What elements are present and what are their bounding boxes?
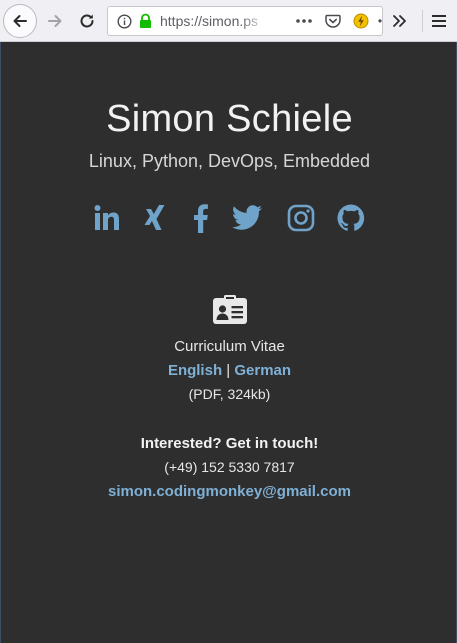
profile-tagline: Linux, Python, DevOps, Embedded: [88, 151, 371, 171]
cv-german-link[interactable]: German: [234, 362, 291, 379]
forward-button[interactable]: [42, 8, 68, 34]
twitter-icon: [232, 205, 262, 230]
extension-overflow: •: [377, 14, 383, 28]
info-icon[interactable]: [116, 13, 132, 29]
toolbar-separator: [422, 10, 423, 32]
page-content: Simon Schiele Linux, Python, DevOps, Emb…: [0, 42, 457, 643]
cv-english-link[interactable]: English: [168, 362, 222, 379]
instagram-link[interactable]: [283, 200, 319, 236]
extension-icon[interactable]: [352, 12, 370, 30]
linkedin-icon: [94, 205, 119, 230]
address-bar[interactable]: https://simon.ps •: [107, 6, 383, 36]
forward-icon: [48, 15, 62, 27]
app-menu-button[interactable]: [426, 8, 452, 34]
contact-phone: (+49) 152 5330 7817: [164, 459, 295, 475]
cv-link-separator: |: [226, 362, 231, 379]
reload-button[interactable]: [74, 8, 100, 34]
overflow-chevrons-icon: [393, 15, 406, 27]
github-icon: [337, 204, 365, 231]
social-links: [89, 200, 373, 240]
cv-file-info: (PDF, 324kb): [188, 386, 271, 402]
linkedin-link[interactable]: [89, 200, 125, 236]
xing-icon: [144, 205, 165, 230]
back-icon: [13, 15, 27, 27]
overflow-menu-button[interactable]: [387, 8, 413, 34]
facebook-icon: [194, 204, 208, 233]
id-card-icon: [212, 295, 248, 325]
pocket-icon[interactable]: [324, 12, 342, 30]
twitter-link[interactable]: [229, 200, 265, 236]
url-fade: [240, 9, 268, 33]
cv-links: English | German: [1, 362, 457, 379]
page-actions-icon[interactable]: [294, 13, 314, 29]
facebook-link[interactable]: [183, 200, 219, 236]
profile-name: Simon Schiele: [106, 98, 353, 140]
contact-heading: Interested? Get in touch!: [140, 435, 319, 452]
back-button[interactable]: [3, 4, 37, 38]
lock-icon[interactable]: [137, 12, 153, 30]
instagram-icon: [287, 204, 315, 232]
cv-title: Curriculum Vitae: [174, 338, 285, 355]
hamburger-menu-icon: [432, 15, 446, 27]
xing-link[interactable]: [137, 200, 173, 236]
browser-toolbar: https://simon.ps •: [0, 0, 457, 42]
contact-email-link[interactable]: simon.codingmonkey@gmail.com: [1, 483, 457, 500]
reload-icon: [80, 14, 94, 28]
github-link[interactable]: [333, 200, 369, 236]
